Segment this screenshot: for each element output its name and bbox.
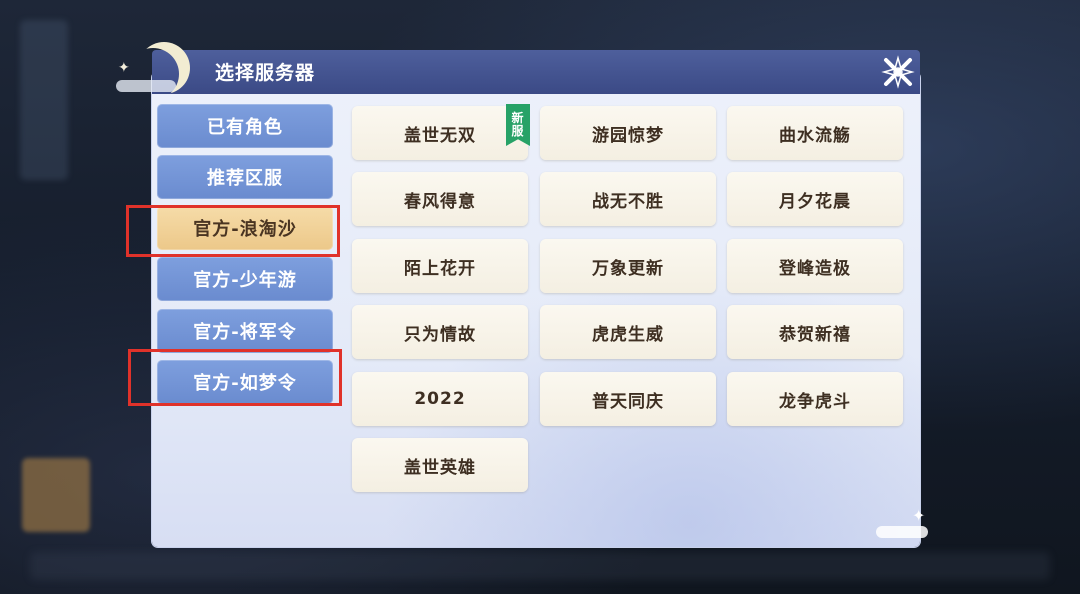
cloud-decoration	[116, 80, 176, 92]
sidebar-item[interactable]: 已有角色	[157, 104, 333, 148]
server-button[interactable]: 恭贺新禧	[727, 305, 903, 359]
server-button[interactable]: 春风得意	[352, 172, 528, 226]
server-name: 游园惊梦	[592, 125, 664, 146]
server-name: 虎虎生威	[592, 324, 664, 345]
highlight-box	[128, 349, 342, 406]
server-button[interactable]: 只为情故	[352, 305, 528, 359]
background-decoration	[20, 20, 68, 180]
server-button[interactable]: 月夕花晨	[727, 172, 903, 226]
dialog-header: 选择服务器	[152, 50, 920, 94]
server-button[interactable]: 游园惊梦	[540, 106, 716, 160]
sidebar-item[interactable]: 推荐区服	[157, 155, 333, 199]
background-item	[22, 458, 90, 532]
server-button[interactable]: 盖世无双 新服	[352, 104, 530, 160]
server-button[interactable]: 登峰造极	[727, 239, 903, 293]
new-server-badge: 新服	[506, 104, 530, 146]
server-name: 龙争虎斗	[779, 391, 851, 412]
server-name: 盖世无双	[404, 125, 476, 146]
close-icon	[881, 55, 915, 89]
sparkle-icon: ✦	[118, 60, 130, 76]
server-button[interactable]: 万象更新	[540, 239, 716, 293]
server-name: 春风得意	[404, 191, 476, 212]
server-name: 万象更新	[592, 258, 664, 279]
dialog-title: 选择服务器	[215, 62, 316, 84]
cloud-decoration	[876, 526, 928, 538]
sparkle-icon: ✦	[912, 506, 926, 525]
server-button[interactable]: 龙争虎斗	[727, 372, 903, 426]
server-name: 普天同庆	[592, 391, 664, 412]
server-name: 只为情故	[404, 324, 476, 345]
background-text-strip	[30, 552, 1050, 580]
server-name: 登峰造极	[779, 258, 851, 279]
server-name: 盖世英雄	[404, 457, 476, 478]
highlight-box	[126, 205, 340, 257]
server-button[interactable]: 虎虎生威	[540, 305, 716, 359]
server-name: 月夕花晨	[779, 191, 851, 212]
server-button[interactable]: 盖世英雄	[352, 438, 528, 492]
server-button[interactable]: 2022	[352, 372, 528, 426]
server-name: 战无不胜	[592, 191, 664, 212]
close-button[interactable]	[878, 52, 918, 92]
badge-char: 服	[511, 124, 525, 138]
server-button[interactable]: 战无不胜	[540, 172, 716, 226]
server-name: 恭贺新禧	[779, 324, 851, 345]
server-button[interactable]: 曲水流觞	[727, 106, 903, 160]
server-name: 曲水流觞	[779, 125, 851, 146]
sidebar-item[interactable]: 官方-将军令	[157, 309, 333, 353]
server-button[interactable]: 普天同庆	[540, 372, 716, 426]
sidebar-item[interactable]: 官方-少年游	[157, 257, 333, 301]
server-name: 陌上花开	[404, 258, 476, 279]
server-name: 2022	[414, 389, 466, 409]
server-button[interactable]: 陌上花开	[352, 239, 528, 293]
